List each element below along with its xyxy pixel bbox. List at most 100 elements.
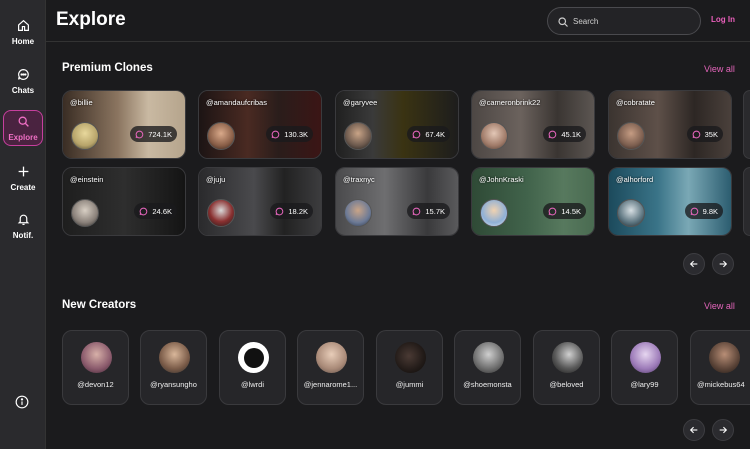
- clone-card[interactable]: @alhorford 9.8K: [608, 167, 732, 236]
- page-title: Explore: [56, 9, 126, 30]
- bell-icon: [16, 213, 30, 227]
- robot-logo-icon: [243, 347, 264, 368]
- creator-avatar: [630, 342, 661, 373]
- clone-avatar: [480, 122, 508, 150]
- creators-prev-button[interactable]: [683, 419, 705, 441]
- clone-handle: @garyvee: [343, 98, 378, 107]
- creator-card[interactable]: @lwrdi: [219, 330, 286, 405]
- sidebar-item-create[interactable]: Create: [3, 160, 43, 196]
- new-creators-title: New Creators: [62, 299, 137, 311]
- clone-avatar: [71, 199, 99, 227]
- clone-avatar: [617, 122, 645, 150]
- creator-handle: @lary99: [630, 380, 659, 389]
- clone-card[interactable]: @juju 18.2K: [198, 167, 322, 236]
- premium-view-all-link[interactable]: View all: [704, 64, 735, 74]
- chat-count-badge: 45.1K: [543, 126, 586, 142]
- premium-next-button[interactable]: [712, 253, 734, 275]
- premium-clones-title: Premium Clones: [62, 62, 153, 74]
- creator-handle: @shoemonsta: [463, 380, 512, 389]
- clone-avatar: [207, 199, 235, 227]
- creator-handle: @devon12: [77, 380, 114, 389]
- chat-count-badge: 14.5K: [543, 203, 586, 219]
- chat-bubble-icon: [413, 130, 421, 138]
- creator-card[interactable]: @devon12: [62, 330, 129, 405]
- clone-handle: @JohnKraski: [479, 175, 524, 184]
- chat-bubble-icon: [276, 207, 284, 215]
- creator-avatar: [473, 342, 504, 373]
- creator-avatar: [395, 342, 426, 373]
- clone-avatar: [344, 199, 372, 227]
- clone-card[interactable]: @cobratate 35K: [608, 90, 732, 159]
- creator-card[interactable]: @lary99: [611, 330, 678, 405]
- creator-handle: @jennarome1...: [303, 380, 358, 389]
- search-input[interactable]: [573, 14, 693, 28]
- chat-count-badge: 24.6K: [134, 203, 177, 219]
- chat-bubble-icon: [413, 207, 421, 215]
- chat-count: 35K: [704, 129, 718, 139]
- carousel-next-card-peek: [743, 167, 750, 236]
- clone-handle: @amandaufcribas: [206, 98, 267, 107]
- chat-count-badge: 35K: [686, 126, 723, 142]
- login-button[interactable]: Log In: [711, 15, 735, 24]
- clone-handle: @cameronbrink22: [479, 98, 541, 107]
- arrow-right-icon: [719, 426, 728, 434]
- creator-avatar: [81, 342, 112, 373]
- creator-avatar: [238, 342, 269, 373]
- clone-card[interactable]: @amandaufcribas 130.3K: [198, 90, 322, 159]
- chat-bubble-icon: [690, 207, 698, 215]
- chat-count-badge: 67.4K: [407, 126, 450, 142]
- clone-handle: @billie: [70, 98, 93, 107]
- sidebar-item-label: Home: [11, 36, 35, 46]
- clone-card[interactable]: @traxnyc 15.7K: [335, 167, 459, 236]
- clone-avatar: [344, 122, 372, 150]
- creator-avatar: [552, 342, 583, 373]
- carousel-next-card-peek: [743, 90, 750, 159]
- chat-bubble-icon: [135, 130, 144, 138]
- sidebar-item-home[interactable]: Home: [3, 14, 43, 50]
- chat-count-badge: 724.1K: [130, 126, 177, 142]
- creator-handle: @lwrdi: [240, 380, 265, 389]
- clone-card[interactable]: @cameronbrink22 45.1K: [471, 90, 595, 159]
- arrow-left-icon: [689, 260, 698, 268]
- creator-card[interactable]: @beloved: [533, 330, 600, 405]
- premium-prev-button[interactable]: [683, 253, 705, 275]
- creator-card[interactable]: @ryansungho: [140, 330, 207, 405]
- creator-handle: @beloved: [549, 380, 584, 389]
- chat-count: 45.1K: [561, 129, 581, 139]
- sidebar-item-explore[interactable]: Explore: [3, 110, 43, 146]
- clone-card[interactable]: @JohnKraski 14.5K: [471, 167, 595, 236]
- search-bar[interactable]: [547, 7, 701, 35]
- creator-card[interactable]: @shoemonsta: [454, 330, 521, 405]
- sidebar-item-chats[interactable]: Chats: [3, 63, 43, 99]
- chat-bubble-icon: [692, 130, 700, 138]
- creators-next-button[interactable]: [712, 419, 734, 441]
- sidebar-item-label: Explore: [8, 132, 38, 142]
- chat-count-badge: 18.2K: [270, 203, 313, 219]
- chat-bubble-icon: [140, 207, 148, 215]
- creator-handle: @ryansungho: [150, 380, 197, 389]
- creator-card[interactable]: @mickebus64: [690, 330, 750, 405]
- creator-card[interactable]: @jummi: [376, 330, 443, 405]
- clone-handle: @einstein: [70, 175, 104, 184]
- clone-card[interactable]: @garyvee 67.4K: [335, 90, 459, 159]
- chat-count: 24.6K: [152, 206, 172, 216]
- sidebar-item-label: Notif.: [12, 230, 34, 240]
- chat-bubble-icon: [549, 207, 557, 215]
- creator-card[interactable]: @jennarome1...: [297, 330, 364, 405]
- clone-card[interactable]: @einstein 24.6K: [62, 167, 186, 236]
- creator-avatar: [709, 342, 740, 373]
- creators-view-all-link[interactable]: View all: [704, 301, 735, 311]
- search-icon: [16, 115, 30, 129]
- chat-count: 724.1K: [148, 129, 172, 139]
- arrow-right-icon: [719, 260, 728, 268]
- chat-icon: [16, 68, 30, 82]
- info-icon[interactable]: [15, 395, 29, 409]
- creator-avatar: [159, 342, 190, 373]
- clone-avatar: [207, 122, 235, 150]
- sidebar-item-notifications[interactable]: Notif.: [3, 208, 43, 244]
- clone-card[interactable]: @billie 724.1K: [62, 90, 186, 159]
- clone-handle: @traxnyc: [343, 175, 375, 184]
- chat-bubble-icon: [549, 130, 557, 138]
- chat-count: 9.8K: [702, 206, 718, 216]
- creator-handle: @jummi: [395, 380, 424, 389]
